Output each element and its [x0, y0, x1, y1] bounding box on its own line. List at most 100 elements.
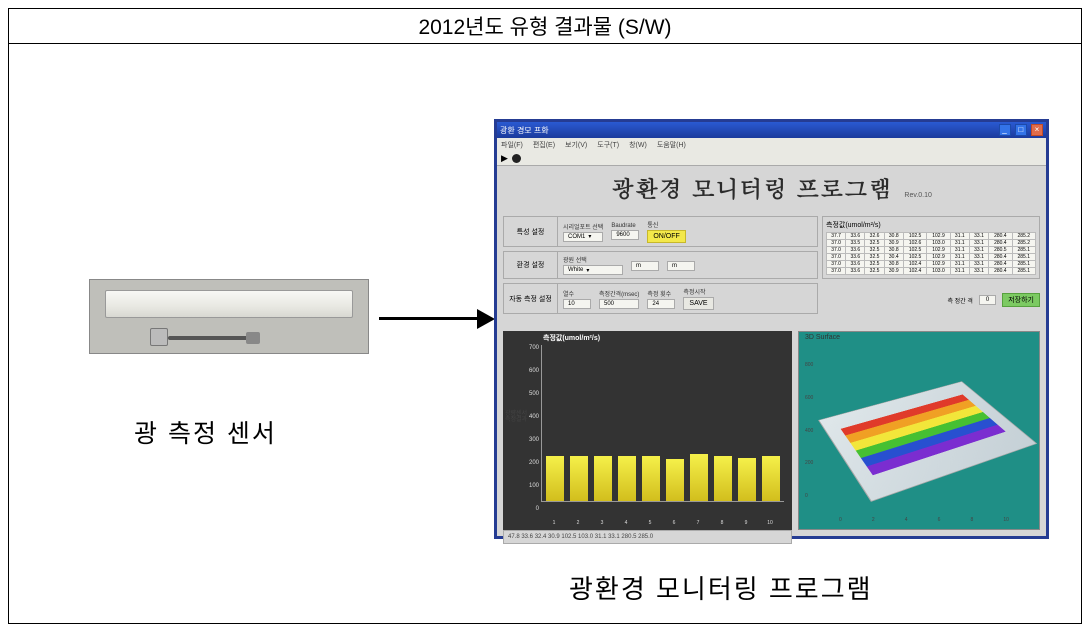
maximize-icon[interactable]: □ [1015, 124, 1027, 136]
close-icon[interactable]: × [1031, 124, 1043, 136]
bars-area [541, 345, 784, 502]
bar [666, 459, 684, 501]
settings-column: 특성 설정 시리얼포트 선택 COM1 Baudrate 9600 [503, 216, 818, 318]
app-main-title-row: 광환경 모니터링 프로그램 Rev.0.10 [503, 172, 1040, 210]
table-cell: 32.5 [865, 261, 884, 268]
toolbar-run-icon[interactable]: ▶ [501, 153, 508, 164]
x-tick: 5 [641, 520, 659, 526]
menu-window[interactable]: 창(W) [629, 140, 647, 150]
x-tick: 9 [737, 520, 755, 526]
bar [618, 456, 636, 501]
frame-body: 광 측정 센서 광환경 모니터링 프로그램 광환 경모 프화 _ □ × 파일(… [9, 44, 1082, 624]
outer-frame: 2012년도 유형 결과물 (S/W) 광 측정 센서 광환경 모니터링 프로그… [8, 8, 1082, 624]
mode-select[interactable]: White [563, 265, 623, 275]
table-cell: 37.0 [827, 254, 846, 261]
env-panel-label: 환경 설정 [503, 251, 558, 279]
bar-x-ticks: 12345678910 [545, 520, 784, 526]
table-cell: 33.6 [846, 247, 865, 254]
menu-tools[interactable]: 도구(T) [597, 140, 619, 150]
menu-file[interactable]: 파일(F) [501, 140, 523, 150]
baud-field: Baudrate 9600 [611, 223, 639, 240]
dist-input[interactable]: 0 [979, 295, 996, 305]
unit1-input[interactable]: m [631, 261, 659, 271]
table-cell: 280.4 [989, 268, 1012, 275]
table-cell: 33.6 [846, 254, 865, 261]
frame-header: 2012년도 유형 결과물 (S/W) [9, 9, 1082, 44]
bar-chart: 측정값(umol/m²/s) 광량센서 측정결과 700600500400300… [503, 331, 792, 530]
table-cell: 33.1 [969, 247, 988, 254]
table-cell: 285.2 [1012, 233, 1035, 240]
table-cell: 285.2 [1012, 240, 1035, 247]
window-title-bar[interactable]: 광환 경모 프화 _ □ × [497, 122, 1046, 138]
surface-x-ticks: 0 2 4 6 8 10 [839, 517, 1009, 523]
cable-wire [168, 336, 248, 340]
sensor-caption: 광 측정 센서 [134, 414, 277, 450]
bar [762, 456, 780, 501]
table-cell: 280.4 [989, 240, 1012, 247]
table-cell: 31.1 [950, 254, 969, 261]
table-cell: 102.5 [903, 233, 926, 240]
app-body: 광환경 모니터링 프로그램 Rev.0.10 특성 설정 시리얼포트 선택 CO… [497, 166, 1046, 536]
table-cell: 33.6 [846, 268, 865, 275]
sensor-photo [89, 279, 369, 354]
toolbar-stop-icon[interactable] [512, 154, 521, 163]
cols-input[interactable]: 10 [563, 299, 591, 309]
table-cell: 32.5 [865, 240, 884, 247]
tool-bar: ▶ [497, 152, 1046, 166]
table-cell: 33.1 [969, 268, 988, 275]
save2-button[interactable]: 저장하기 [1002, 293, 1040, 307]
mode-field: 광원 선택 White [563, 255, 623, 275]
table-cell: 285.1 [1012, 268, 1035, 275]
data-table-panel: 측정값(umol/m²/s) 37.733.632.630.8102.5102.… [822, 216, 1040, 279]
x-tick: 3 [593, 520, 611, 526]
menu-view[interactable]: 보기(V) [565, 140, 587, 150]
page: 2012년도 유형 결과물 (S/W) 광 측정 센서 광환경 모니터링 프로그… [0, 0, 1090, 627]
interval-input[interactable]: 500 [599, 299, 639, 309]
table-cell: 102.5 [903, 254, 926, 261]
table-cell: 102.9 [927, 254, 950, 261]
env-panel-body: 광원 선택 White m m [558, 251, 818, 279]
surface-z-ticks: 800 600 400 200 0 [805, 362, 813, 499]
dist-label: 측 정간 격 [947, 296, 972, 305]
window-control-group: _ □ × [997, 124, 1043, 136]
data-column: 측정값(umol/m²/s) 37.733.632.630.8102.5102.… [822, 216, 1040, 310]
times-field: 측정 횟수 24 [647, 289, 675, 309]
baud-label: Baudrate [611, 223, 639, 229]
save-button[interactable]: SAVE [683, 297, 713, 310]
table-cell: 102.9 [927, 247, 950, 254]
table-cell: 280.4 [989, 254, 1012, 261]
table-cell: 33.1 [969, 261, 988, 268]
times-label: 측정 횟수 [647, 289, 675, 298]
x-tick: 10 [761, 520, 779, 526]
table-cell: 33.1 [969, 233, 988, 240]
table-cell: 37.0 [827, 261, 846, 268]
table-cell: 31.1 [950, 261, 969, 268]
table-cell: 103.0 [927, 240, 950, 247]
sensor-panel: 특성 설정 시리얼포트 선택 COM1 Baudrate 9600 [503, 216, 818, 247]
env-panel: 환경 설정 광원 선택 White m [503, 251, 818, 279]
baud-input[interactable]: 9600 [611, 230, 639, 240]
table-cell: 33.5 [846, 240, 865, 247]
bar-chart-title: 측정값(umol/m²/s) [543, 333, 600, 343]
port-select[interactable]: COM1 [563, 232, 603, 242]
table-cell: 285.1 [1012, 254, 1035, 261]
menu-edit[interactable]: 편집(E) [533, 140, 555, 150]
minimize-icon[interactable]: _ [999, 124, 1011, 136]
table-cell: 102.5 [903, 247, 926, 254]
window-title-text: 광환 경모 프화 [500, 125, 549, 136]
menu-bar[interactable]: 파일(F) 편집(E) 보기(V) 도구(T) 창(W) 도움말(H) [497, 138, 1046, 152]
sensor-panel-body: 시리얼포트 선택 COM1 Baudrate 9600 통신 ON/OFF [558, 216, 818, 247]
x-tick: 1 [545, 520, 563, 526]
onoff-button[interactable]: ON/OFF [647, 230, 685, 243]
x-tick: 7 [689, 520, 707, 526]
unit2-input[interactable]: m [667, 261, 695, 271]
menu-help[interactable]: 도움말(H) [657, 140, 686, 150]
table-cell: 285.1 [1012, 261, 1035, 268]
table-cell: 285.1 [1012, 247, 1035, 254]
bar-chart-wrap: 측정값(umol/m²/s) 광량센서 측정결과 700600500400300… [503, 331, 792, 530]
surface-chart: 3D Surface 800 [798, 331, 1040, 530]
table-cell: 102.9 [927, 261, 950, 268]
table-cell: 37.7 [827, 233, 846, 240]
times-input[interactable]: 24 [647, 299, 675, 309]
action-label: 측정시작 [683, 287, 713, 296]
